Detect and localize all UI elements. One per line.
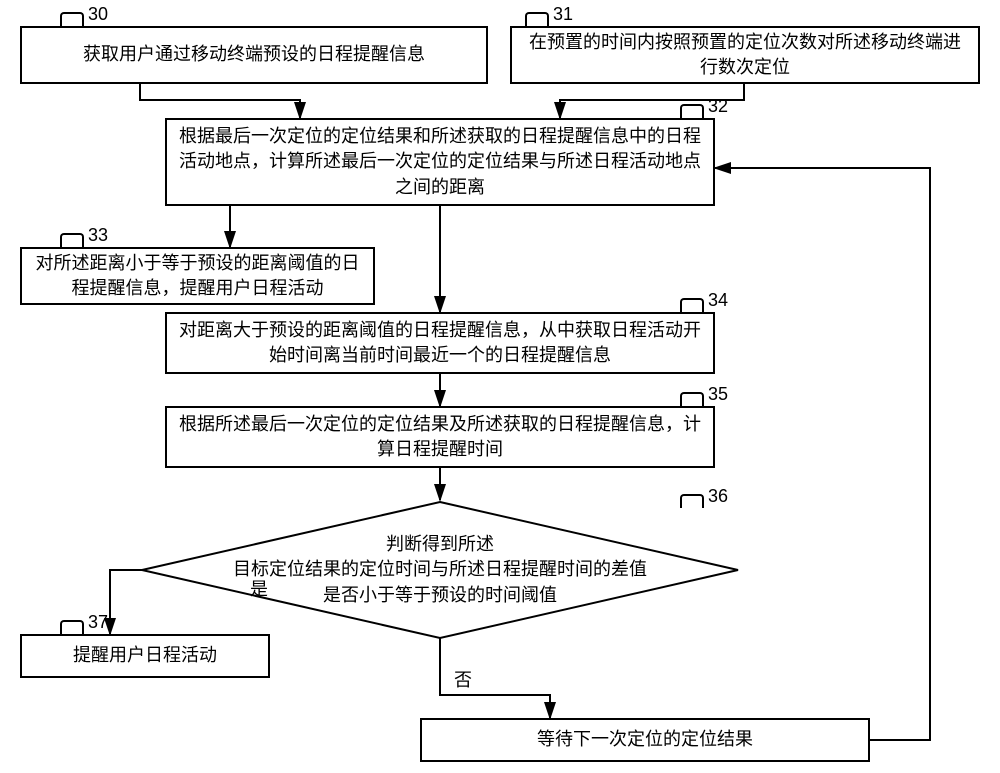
flag-37 (60, 620, 84, 634)
box-37-text: 提醒用户日程活动 (73, 643, 217, 668)
box-37: 提醒用户日程活动 (20, 634, 270, 678)
box-wait-text: 等待下一次定位的定位结果 (537, 727, 753, 752)
box-30: 获取用户通过移动终端预设的日程提醒信息 (20, 26, 488, 84)
branch-yes: 是 (250, 575, 268, 601)
label-30: 30 (88, 4, 108, 25)
box-34: 对距离大于预设的距离阈值的日程提醒信息，从中获取日程活动开始时间离当前时间最近一… (165, 312, 715, 374)
box-31-text: 在预置的时间内按照预置的定位次数对所述移动终端进行数次定位 (522, 30, 968, 80)
label-37: 37 (88, 612, 108, 633)
box-32-text: 根据最后一次定位的定位结果和所述获取的日程提醒信息中的日程活动地点，计算所述最后… (177, 124, 703, 200)
label-31: 31 (553, 4, 573, 25)
box-35: 根据所述最后一次定位的定位结果及所述获取的日程提醒信息，计算日程提醒时间 (165, 406, 715, 468)
diamond-36: 判断得到所述 目标定位结果的定位时间与所述日程提醒时间的差值 是否小于等于预设的… (140, 500, 740, 640)
box-35-text: 根据所述最后一次定位的定位结果及所述获取的日程提醒信息，计算日程提醒时间 (177, 412, 703, 462)
flag-31 (525, 12, 549, 26)
label-33: 33 (88, 225, 108, 246)
flag-30 (60, 12, 84, 26)
diamond-36-text: 判断得到所述 目标定位结果的定位时间与所述日程提醒时间的差值 是否小于等于预设的… (233, 532, 647, 608)
box-31: 在预置的时间内按照预置的定位次数对所述移动终端进行数次定位 (510, 26, 980, 84)
label-32: 32 (708, 96, 728, 117)
flag-35 (680, 392, 704, 406)
label-35: 35 (708, 384, 728, 405)
label-34: 34 (708, 290, 728, 311)
box-32: 根据最后一次定位的定位结果和所述获取的日程提醒信息中的日程活动地点，计算所述最后… (165, 118, 715, 206)
flag-32 (680, 104, 704, 118)
flag-33 (60, 233, 84, 247)
branch-no: 否 (454, 666, 472, 692)
box-33-text: 对所述距离小于等于预设的距离阈值的日程提醒信息，提醒用户日程活动 (32, 251, 363, 301)
box-33: 对所述距离小于等于预设的距离阈值的日程提醒信息，提醒用户日程活动 (20, 247, 375, 305)
box-34-text: 对距离大于预设的距离阈值的日程提醒信息，从中获取日程活动开始时间离当前时间最近一… (177, 318, 703, 368)
box-wait: 等待下一次定位的定位结果 (420, 718, 870, 762)
flag-34 (680, 298, 704, 312)
box-30-text: 获取用户通过移动终端预设的日程提醒信息 (83, 42, 425, 67)
